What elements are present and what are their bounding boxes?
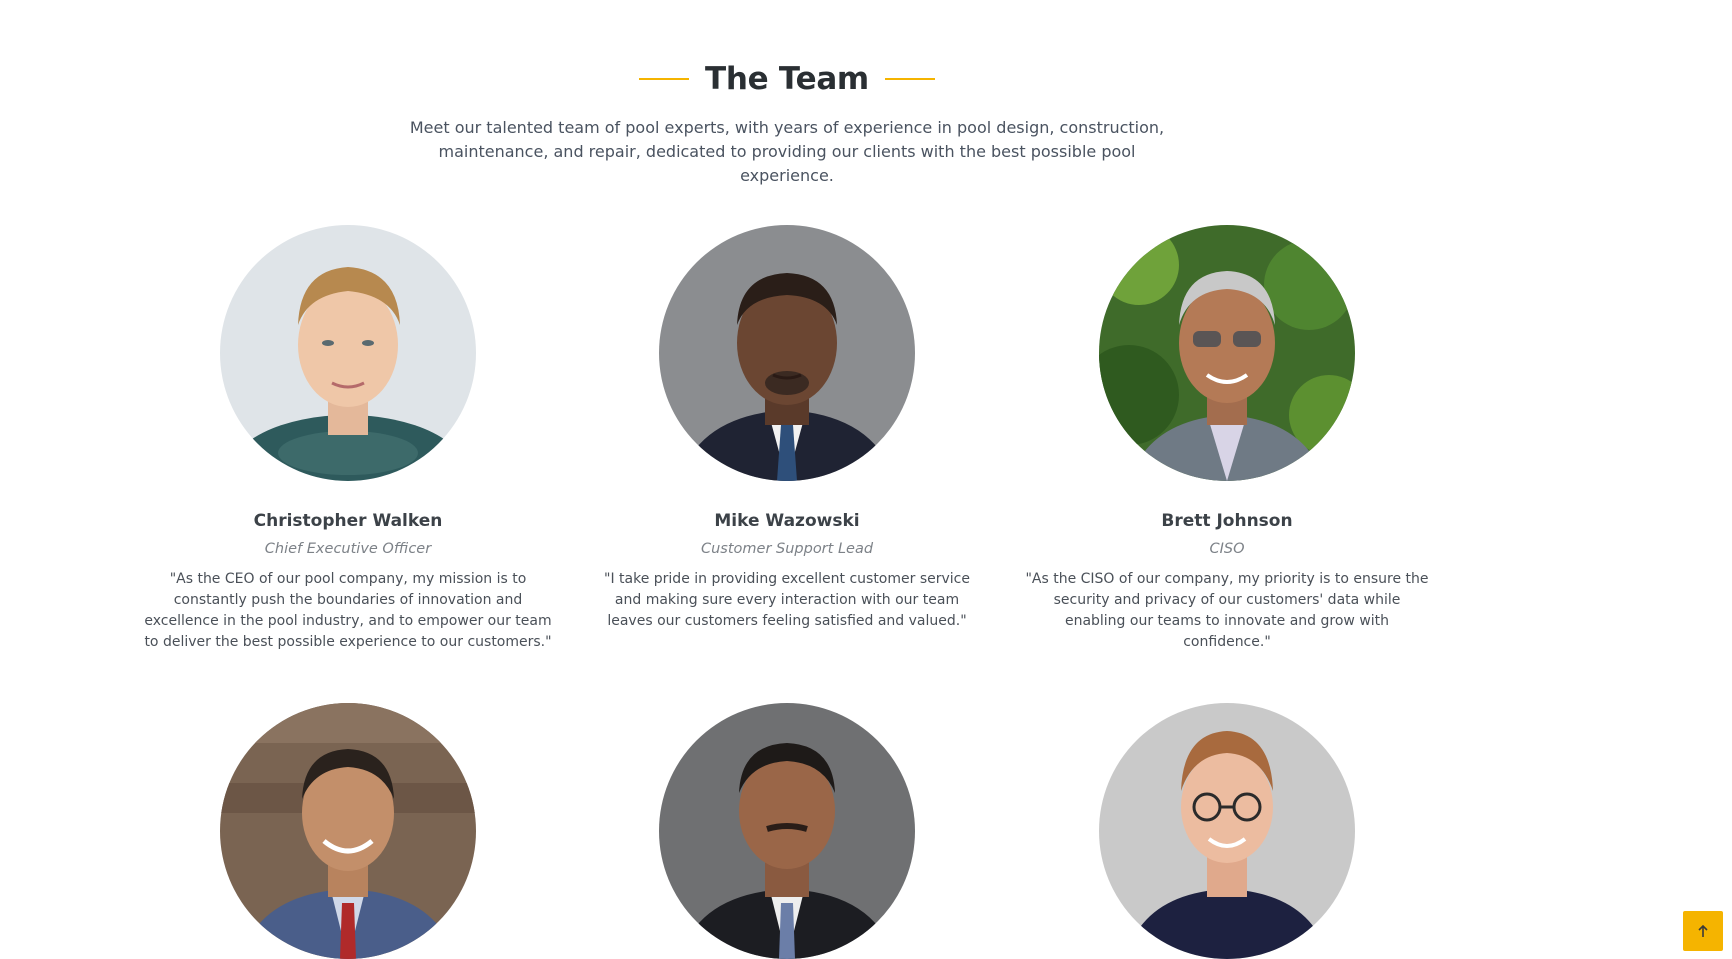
title-row: The Team bbox=[0, 52, 1574, 106]
avatar bbox=[659, 225, 915, 481]
member-quote: "As the CISO of our company, my priority… bbox=[1025, 571, 1429, 650]
scroll-to-top-button[interactable] bbox=[1683, 911, 1723, 951]
subtitle-line-1: Meet our talented team of pool experts, … bbox=[409, 118, 1165, 137]
member-name: Brett Johnson bbox=[1161, 511, 1293, 531]
avatar bbox=[220, 703, 476, 959]
member-role: Customer Support Lead bbox=[700, 541, 874, 557]
member-quote: "I take pride in providing excellent cus… bbox=[604, 571, 970, 629]
section-title: The Team bbox=[705, 61, 869, 97]
avatar bbox=[659, 703, 915, 959]
avatar bbox=[1099, 703, 1355, 959]
team-member-card bbox=[1017, 703, 1437, 959]
member-name: Christopher Walken bbox=[253, 511, 443, 531]
member-role: Chief Executive Officer bbox=[264, 541, 432, 557]
avatar bbox=[220, 225, 476, 481]
section-subtitle: Meet our talented team of pool experts, … bbox=[407, 116, 1167, 188]
arrow-up-icon bbox=[1698, 924, 1708, 937]
title-divider-right bbox=[884, 78, 935, 80]
member-role: CISO bbox=[1209, 541, 1245, 557]
member-quote: "As the CEO of our pool company, my miss… bbox=[144, 571, 552, 650]
title-divider-left bbox=[639, 78, 690, 80]
team-section-header: The Team Meet our talented team of pool … bbox=[0, 52, 1574, 188]
team-member-card bbox=[138, 703, 558, 959]
member-name: Mike Wazowski bbox=[714, 511, 860, 531]
team-member-card: Brett Johnson CISO "As the CISO of our c… bbox=[1017, 225, 1437, 653]
team-member-card: Mike Wazowski Customer Support Lead "I t… bbox=[577, 225, 997, 632]
team-member-card bbox=[577, 703, 997, 959]
avatar bbox=[1099, 225, 1355, 481]
subtitle-line-2: maintenance, and repair, dedicated to pr… bbox=[438, 142, 1136, 185]
team-member-card: Christopher Walken Chief Executive Offic… bbox=[138, 225, 558, 653]
